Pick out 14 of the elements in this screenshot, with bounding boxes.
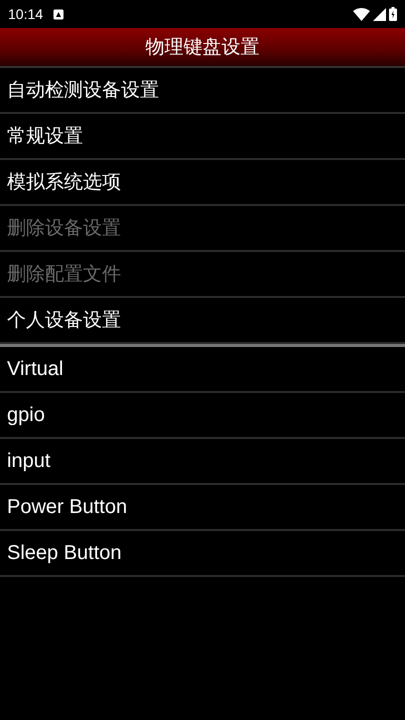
device-item[interactable]: gpio [0, 393, 405, 439]
device-item[interactable]: input [0, 439, 405, 485]
title-bar: 物理键盘设置 [0, 28, 405, 68]
signal-icon [373, 8, 386, 20]
settings-item[interactable]: 自动检测设备设置 [0, 68, 405, 114]
notification-icon [53, 8, 64, 20]
device-item[interactable]: Virtual [0, 347, 405, 393]
wifi-icon [353, 8, 370, 20]
settings-item[interactable]: 常规设置 [0, 114, 405, 160]
device-item[interactable]: Power Button [0, 485, 405, 531]
status-time: 10:14 [8, 6, 44, 22]
settings-item[interactable]: 模拟系统选项 [0, 160, 405, 206]
device-item[interactable]: Sleep Button [0, 531, 405, 577]
battery-icon [389, 7, 397, 21]
